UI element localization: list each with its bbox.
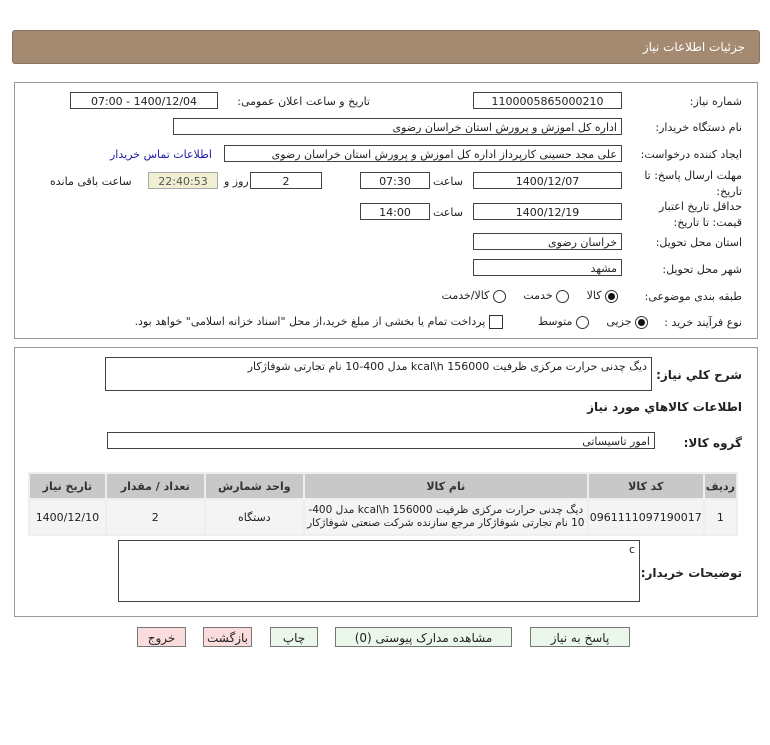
need-number-field: 1100005865000210 xyxy=(473,92,622,109)
remaining-label: ساعت باقی مانده xyxy=(50,175,132,188)
city-field: مشهد xyxy=(473,259,622,276)
deadline-date-field: 1400/12/07 xyxy=(473,172,622,189)
validity-date-field: 1400/12/19 xyxy=(473,203,622,220)
announce-label: تاریخ و ساعت اعلان عمومی: xyxy=(237,95,370,108)
back-button[interactable]: بازگشت xyxy=(203,627,252,647)
category-both-label: کالا/خدمت xyxy=(441,289,490,302)
category-service-label: خدمت xyxy=(523,289,553,302)
category-both-radio[interactable] xyxy=(492,289,506,303)
process-medium-label: متوسط xyxy=(537,315,573,328)
category-label: طبقه بندی موضوعی: xyxy=(644,290,742,303)
reply-button[interactable]: پاسخ به نیاز xyxy=(530,627,630,647)
remaining-time-field: 22:40:53 xyxy=(148,172,218,189)
col-unit: واحد شمارش xyxy=(203,472,305,500)
summary-field: دیگ چدنی حرارت مرکزی ظرفیت kcal\h 156000… xyxy=(105,357,652,391)
col-code: کد کالا xyxy=(586,472,705,500)
process-radio-group: جزیی متوسط پرداخت تمام یا بخشی از مبلغ خ… xyxy=(135,315,648,329)
print-button[interactable]: چاپ xyxy=(270,627,318,647)
validity-time-field: 14:00 xyxy=(360,203,430,220)
view-documents-button[interactable]: مشاهده مدارک پیوستی (0) xyxy=(335,627,512,647)
category-radio-group: کالا خدمت کالا/خدمت xyxy=(442,289,618,303)
category-service-radio[interactable] xyxy=(556,289,570,303)
cell-date: 1400/12/10 xyxy=(28,498,107,536)
validity-time-label: ساعت xyxy=(433,206,463,219)
need-number-label: شماره نیاز: xyxy=(689,95,742,108)
cell-code: 0961111097190017 xyxy=(586,498,705,536)
buyer-org-label: نام دستگاه خریدار: xyxy=(655,121,742,134)
cell-row: 1 xyxy=(702,498,739,536)
payment-note: پرداخت تمام یا بخشی از مبلغ خرید،از محل … xyxy=(134,315,486,328)
category-goods-label: کالا xyxy=(586,289,602,302)
cell-name: دیگ چدنی حرارت مرکزی ظرفیت kcal\h 156000… xyxy=(302,498,589,536)
deadline-label: مهلت ارسال پاسخ: تا تاریخ: xyxy=(644,169,742,198)
cell-qty: 2 xyxy=(104,498,206,536)
table-row: 1 0961111097190017 دیگ چدنی حرارت مرکزی … xyxy=(28,498,739,536)
category-goods-radio[interactable] xyxy=(605,289,618,303)
creator-label: ایجاد کننده درخواست: xyxy=(640,148,742,161)
process-minor-radio[interactable] xyxy=(635,315,648,329)
col-date: تاریخ نیاز xyxy=(28,472,107,500)
treasury-payment-checkbox[interactable] xyxy=(488,315,503,329)
group-field: امور تاسیساتی xyxy=(107,432,655,449)
city-label: شهر محل تحویل: xyxy=(662,263,742,276)
days-label: روز و xyxy=(224,175,249,188)
process-medium-radio[interactable] xyxy=(575,315,589,329)
process-minor-label: جزیی xyxy=(606,315,632,328)
notes-label: توضیحات خریدار: xyxy=(640,566,742,580)
table-header-row: ردیف کد کالا نام کالا واحد شمارش تعداد /… xyxy=(28,472,739,500)
page-header: جزئیات اطلاعات نیاز xyxy=(12,30,760,64)
cell-unit: دستگاه xyxy=(203,498,305,536)
col-qty: تعداد / مقدار xyxy=(104,472,206,500)
group-label: گروه کالا: xyxy=(683,436,742,450)
notes-field: c xyxy=(118,540,640,602)
buyer-contact-link[interactable]: اطلاعات تماس خریدار xyxy=(110,148,212,161)
deadline-time-label: ساعت xyxy=(433,175,463,188)
creator-field: علی مجد حسینی کارپرداز اداره کل اموزش و … xyxy=(224,145,622,162)
goods-section-title: اطلاعات کالاهاي مورد نياز xyxy=(587,400,742,414)
province-label: استان محل تحویل: xyxy=(655,236,742,249)
col-row: ردیف xyxy=(702,472,739,500)
province-field: خراسان رضوی xyxy=(473,233,622,250)
goods-table: ردیف کد کالا نام کالا واحد شمارش تعداد /… xyxy=(28,472,739,536)
days-field: 2 xyxy=(250,172,322,189)
exit-button[interactable]: خروج xyxy=(137,627,186,647)
col-name: نام کالا xyxy=(302,472,589,500)
announce-field: 1400/12/04 - 07:00 xyxy=(70,92,218,109)
summary-label: شرح کلي نياز: xyxy=(656,368,742,382)
process-label: نوع فرآیند خرید : xyxy=(664,316,742,329)
deadline-time-field: 07:30 xyxy=(360,172,430,189)
validity-label: حداقل تاریخ اعتبار قیمت: تا تاریخ: xyxy=(658,200,742,229)
buyer-org-field: اداره کل اموزش و پرورش استان خراسان رضوی xyxy=(173,118,622,135)
page-title: جزئیات اطلاعات نیاز xyxy=(642,40,745,54)
